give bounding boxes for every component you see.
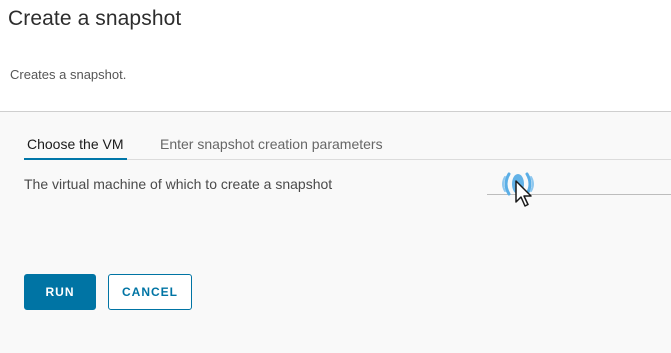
dialog-subtitle: Creates a snapshot. xyxy=(10,67,127,82)
dialog-title: Create a snapshot xyxy=(8,7,182,30)
wizard-tabs: Choose the VM Enter snapshot creation pa… xyxy=(24,134,671,160)
mouse-pointer-icon xyxy=(515,180,532,207)
cancel-button[interactable]: CANCEL xyxy=(108,274,192,310)
vm-field-label: The virtual machine of which to create a… xyxy=(24,176,333,192)
run-button[interactable]: RUN xyxy=(24,274,96,310)
tab-choose-vm[interactable]: Choose the VM xyxy=(24,134,127,160)
dialog-body: Choose the VM Enter snapshot creation pa… xyxy=(0,112,671,353)
create-snapshot-dialog: Create a snapshot Creates a snapshot. Ch… xyxy=(0,0,671,353)
dialog-header: Create a snapshot Creates a snapshot. xyxy=(0,0,671,112)
tab-snapshot-parameters[interactable]: Enter snapshot creation parameters xyxy=(160,134,383,158)
